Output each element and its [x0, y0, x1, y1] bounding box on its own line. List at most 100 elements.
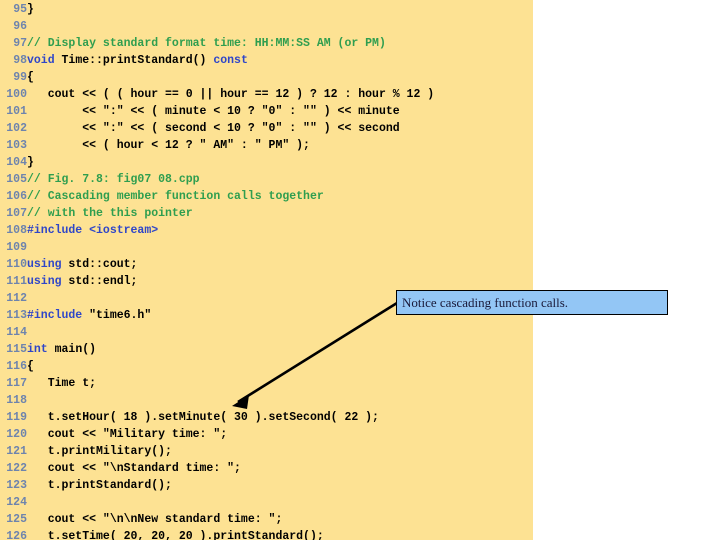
code-line: 117 Time t;: [0, 375, 533, 392]
line-number: 116: [6, 360, 27, 373]
code-line-text: << ":" << ( second < 10 ? "0" : "" ) << …: [27, 122, 400, 135]
code-line-text: }: [27, 3, 34, 16]
code-line-text: << ( hour < 12 ? " AM" : " PM" );: [27, 139, 310, 152]
line-number: 121: [6, 445, 27, 458]
code-line: 118: [0, 392, 533, 409]
code-line: 121 t.printMilitary();: [0, 443, 533, 460]
code-line-text: {: [27, 71, 34, 84]
code-line-text: #include "time6.h": [27, 309, 151, 322]
code-line: 109: [0, 239, 533, 256]
line-number: 126: [6, 530, 27, 540]
code-line: 111using std::endl;: [0, 273, 533, 290]
code-token: // Fig. 7.8: fig07 08.cpp: [27, 173, 200, 186]
code-line: 95}: [0, 1, 533, 18]
code-line: 104}: [0, 154, 533, 171]
line-number: 111: [6, 275, 27, 288]
line-number: 114: [6, 326, 27, 339]
code-token: #include <iostream>: [27, 224, 159, 237]
code-line: 115int main(): [0, 341, 533, 358]
code-line-text: << ":" << ( minute < 10 ? "0" : "" ) << …: [27, 105, 400, 118]
code-line: 124: [0, 494, 533, 511]
code-line: 101 << ":" << ( minute < 10 ? "0" : "" )…: [0, 103, 533, 120]
code-line-text: int main(): [27, 343, 96, 356]
line-number: 106: [6, 190, 27, 203]
code-line: 126 t.setTime( 20, 20, 20 ).printStandar…: [0, 528, 533, 540]
code-line: 98void Time::printStandard() const: [0, 52, 533, 69]
code-token: std::cout;: [61, 258, 138, 271]
code-line: 106// Cascading member function calls to…: [0, 188, 533, 205]
code-line: 110using std::cout;: [0, 256, 533, 273]
line-number: 102: [6, 122, 27, 135]
line-number: 101: [6, 105, 27, 118]
code-line: 102 << ":" << ( second < 10 ? "0" : "" )…: [0, 120, 533, 137]
code-line-text: cout << "\nStandard time: ";: [27, 462, 241, 475]
line-number: 123: [6, 479, 27, 492]
code-line: 125 cout << "\n\nNew standard time: ";: [0, 511, 533, 528]
code-line-text: cout << "Military time: ";: [27, 428, 228, 441]
code-token: #include: [27, 309, 83, 322]
line-number: 117: [6, 377, 27, 390]
line-number: 96: [13, 20, 27, 33]
callout-box: Notice cascading function calls.: [396, 290, 668, 315]
line-number: 120: [6, 428, 27, 441]
line-number: 112: [6, 292, 27, 305]
code-line-text: t.printStandard();: [27, 479, 172, 492]
code-line: 100 cout << ( ( hour == 0 || hour == 12 …: [0, 86, 533, 103]
code-panel: 95} 96 97// Display standard format time: …: [0, 0, 533, 540]
line-number: 113: [6, 309, 27, 322]
line-number: 97: [13, 37, 27, 50]
code-token: using: [27, 258, 62, 271]
code-listing: 95} 96 97// Display standard format time: …: [0, 1, 533, 540]
code-line: 99{: [0, 69, 533, 86]
code-line-text: using std::cout;: [27, 258, 137, 271]
line-number: 122: [6, 462, 27, 475]
code-line: 105// Fig. 7.8: fig07 08.cpp: [0, 171, 533, 188]
code-line-text: }: [27, 156, 34, 169]
line-number: 118: [6, 394, 27, 407]
code-line: 120 cout << "Military time: ";: [0, 426, 533, 443]
code-token: // Cascading member function calls toget…: [27, 190, 324, 203]
code-line-text: cout << "\n\nNew standard time: ";: [27, 513, 283, 526]
code-line-text: using std::endl;: [27, 275, 137, 288]
line-number: 100: [6, 88, 27, 101]
code-line-text: // Cascading member function calls toget…: [27, 190, 324, 203]
code-line-text: // Fig. 7.8: fig07 08.cpp: [27, 173, 200, 186]
code-token: main(): [47, 343, 97, 356]
line-number: 125: [6, 513, 27, 526]
line-number: 103: [6, 139, 27, 152]
line-number: 99: [13, 71, 27, 84]
code-token: // with the this pointer: [27, 207, 193, 220]
code-line-text: {: [27, 360, 34, 373]
code-line: 97// Display standard format time: HH:MM…: [0, 35, 533, 52]
callout-label: Notice cascading function calls.: [402, 294, 569, 310]
slide-canvas: 95} 96 97// Display standard format time: …: [0, 0, 720, 540]
line-number: 108: [6, 224, 27, 237]
code-token: int: [27, 343, 48, 356]
code-line: 108#include <iostream>: [0, 222, 533, 239]
code-token: "time6.h": [82, 309, 152, 322]
code-line: 114: [0, 324, 533, 341]
code-token: Time::printStandard(): [54, 54, 214, 67]
line-number: 105: [6, 173, 27, 186]
code-line: 107// with the this pointer: [0, 205, 533, 222]
code-line: 123 t.printStandard();: [0, 477, 533, 494]
line-number: 95: [13, 3, 27, 16]
code-line-text: Time t;: [27, 377, 97, 390]
code-line: 119 t.setHour( 18 ).setMinute( 30 ).setS…: [0, 409, 533, 426]
code-line: 122 cout << "\nStandard time: ";: [0, 460, 533, 477]
code-line-text: #include <iostream>: [27, 224, 158, 237]
line-number: 110: [6, 258, 27, 271]
line-number: 109: [6, 241, 27, 254]
line-number: 98: [13, 54, 27, 67]
code-line-text: // with the this pointer: [27, 207, 193, 220]
code-token: const: [213, 54, 248, 67]
code-line-text: // Display standard format time: HH:MM:S…: [27, 37, 386, 50]
code-line-text: t.setTime( 20, 20, 20 ).printStandard();: [27, 530, 324, 540]
line-number: 124: [6, 496, 27, 509]
code-line: 96: [0, 18, 533, 35]
code-line-text: t.setHour( 18 ).setMinute( 30 ).setSecon…: [27, 411, 379, 424]
code-line-text: t.printMilitary();: [27, 445, 172, 458]
code-token: // Display standard format time: HH:MM:S…: [27, 37, 386, 50]
line-number: 119: [6, 411, 27, 424]
code-token: void: [27, 54, 55, 67]
